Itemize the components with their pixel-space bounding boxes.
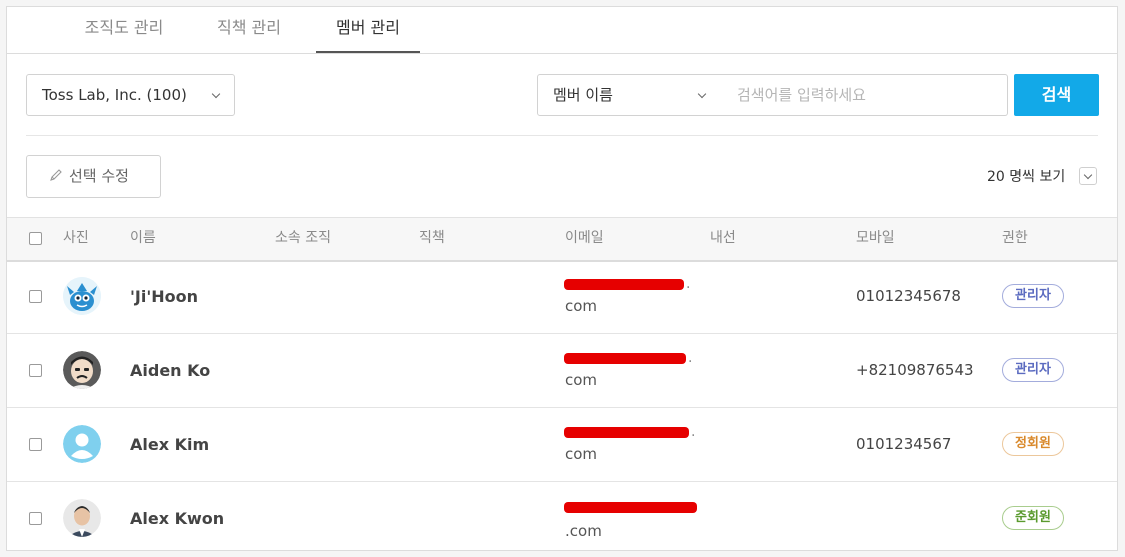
email-redaction xyxy=(564,427,689,438)
email-dot: . xyxy=(691,424,696,440)
tab-positions[interactable]: 직책 관리 xyxy=(204,7,294,53)
role-badge-admin: 관리자 xyxy=(1002,284,1064,308)
table-row[interactable]: Alex Kim . com 0101234567 정회원 xyxy=(7,408,1117,482)
role-badge-member: 정회원 xyxy=(1002,432,1064,456)
table-row[interactable]: Alex Kwon .com 준회원 xyxy=(7,482,1117,550)
chevron-down-icon xyxy=(1083,170,1093,180)
header-photo: 사진 xyxy=(63,230,89,246)
search-field-select[interactable]: 멤버 이름 xyxy=(537,74,723,116)
header-mobile: 모바일 xyxy=(856,230,895,246)
member-email: com xyxy=(565,445,598,463)
member-name: Alex Kwon xyxy=(130,509,225,528)
tab-members[interactable]: 멤버 관리 xyxy=(316,7,420,53)
email-redaction xyxy=(564,279,684,290)
member-management-panel: 조직도 관리 직책 관리 멤버 관리 Toss Lab, Inc. (100) … xyxy=(6,6,1118,551)
member-email: com xyxy=(565,297,598,315)
chevron-down-icon xyxy=(697,89,707,99)
email-dot: . xyxy=(686,276,691,292)
org-select-label: Toss Lab, Inc. (100) xyxy=(42,86,187,104)
header-email: 이메일 xyxy=(565,230,604,246)
header-position: 직책 xyxy=(419,230,445,246)
default-user-avatar xyxy=(63,425,101,463)
table-row[interactable]: Aiden Ko . com +82109876543 관리자 xyxy=(7,334,1117,408)
header-role: 권한 xyxy=(1002,230,1028,246)
photo-avatar xyxy=(63,499,101,537)
cartoon-man-avatar xyxy=(63,351,101,389)
row-checkbox[interactable] xyxy=(29,364,42,377)
chevron-down-icon xyxy=(211,89,221,99)
select-all-checkbox[interactable] xyxy=(29,232,42,245)
search-input[interactable] xyxy=(722,74,1008,116)
monster-avatar xyxy=(63,277,101,315)
member-mobile: +82109876543 xyxy=(856,361,974,379)
org-select[interactable]: Toss Lab, Inc. (100) xyxy=(26,74,235,116)
email-redaction xyxy=(564,502,697,513)
header-organization: 소속 조직 xyxy=(275,230,331,246)
table-header: 사진 이름 소속 조직 직책 이메일 내선 모바일 권한 xyxy=(7,217,1117,262)
email-redaction xyxy=(564,353,686,364)
member-email: com xyxy=(565,371,598,389)
role-badge-associate: 준회원 xyxy=(1002,506,1064,530)
search-button[interactable]: 검색 xyxy=(1014,74,1099,116)
toolbar-divider xyxy=(26,135,1098,136)
member-mobile: 0101234567 xyxy=(856,435,952,453)
edit-selected-button[interactable]: 선택 수정 xyxy=(26,155,161,198)
edit-selected-label: 선택 수정 xyxy=(69,167,129,185)
member-name: Alex Kim xyxy=(130,435,210,454)
search-field-label: 멤버 이름 xyxy=(553,86,613,104)
header-name: 이름 xyxy=(130,230,156,246)
member-name: Aiden Ko xyxy=(130,361,211,380)
per-page-label: 20 명씩 보기 xyxy=(987,169,1066,185)
member-name: 'Ji'Hoon xyxy=(130,287,198,306)
per-page-select[interactable] xyxy=(1079,167,1097,185)
tab-org-chart[interactable]: 조직도 관리 xyxy=(69,7,179,53)
table-row[interactable]: 'Ji'Hoon . com 01012345678 관리자 xyxy=(7,260,1117,334)
member-email: .com xyxy=(565,522,602,540)
email-dot: . xyxy=(688,350,693,366)
pencil-icon xyxy=(50,169,62,181)
role-badge-admin: 관리자 xyxy=(1002,358,1064,382)
row-checkbox[interactable] xyxy=(29,438,42,451)
tab-bar: 조직도 관리 직책 관리 멤버 관리 xyxy=(7,7,1117,54)
header-extension: 내선 xyxy=(710,230,736,246)
row-checkbox[interactable] xyxy=(29,290,42,303)
member-mobile: 01012345678 xyxy=(856,287,961,305)
row-checkbox[interactable] xyxy=(29,512,42,525)
